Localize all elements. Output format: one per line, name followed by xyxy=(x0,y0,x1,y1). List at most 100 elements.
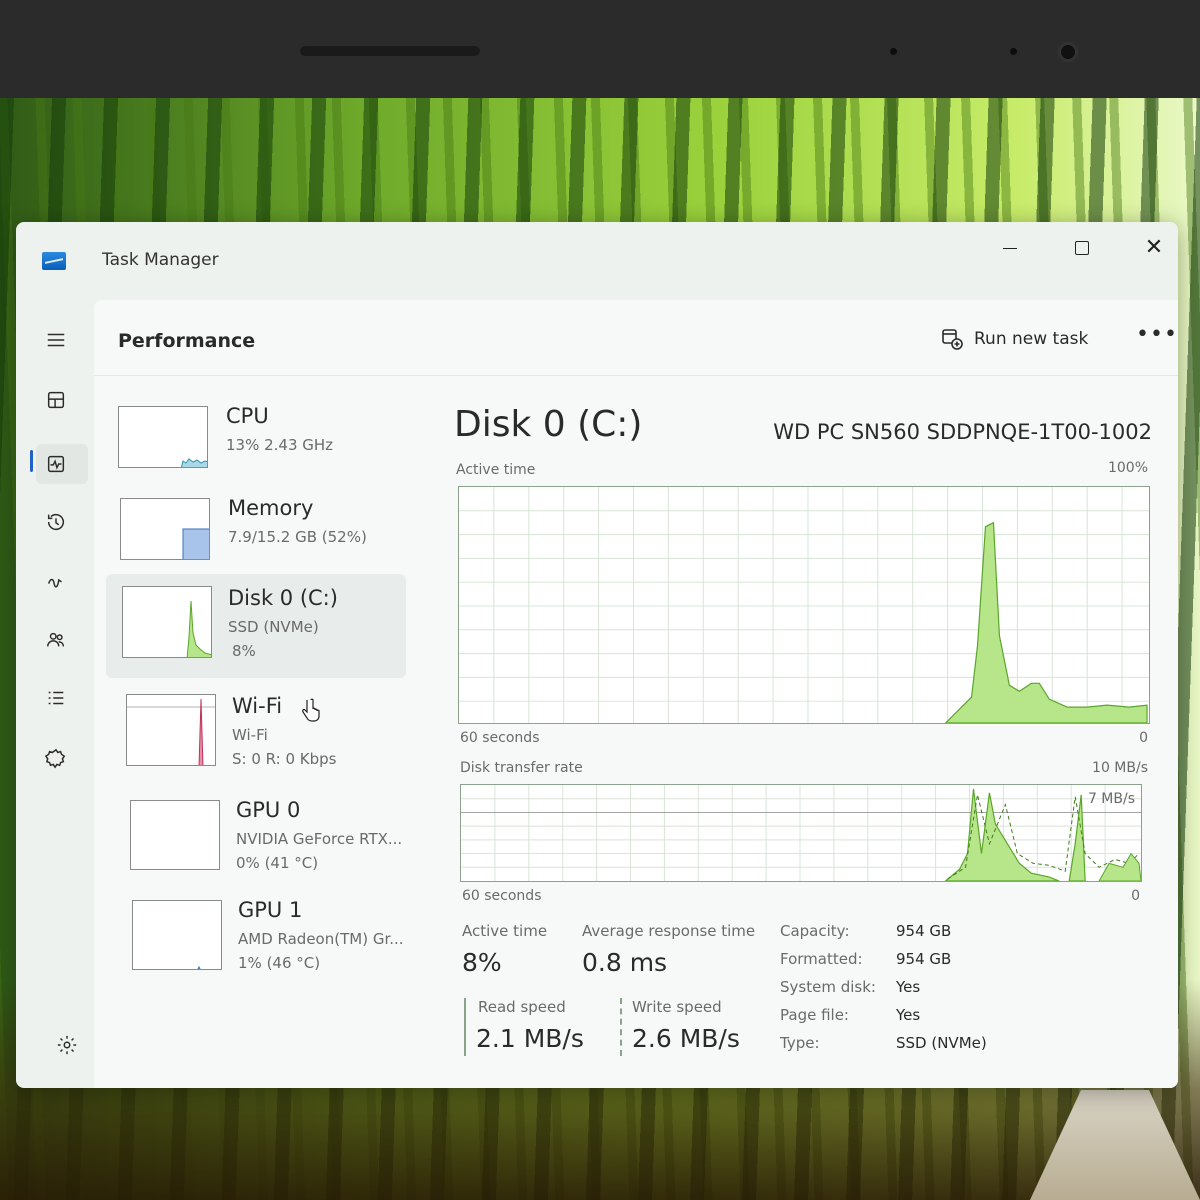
disk-thumbnail-graph xyxy=(122,586,212,658)
minimize-button[interactable] xyxy=(990,232,1030,264)
nav-performance[interactable] xyxy=(40,448,72,480)
read-speed-value: 2.1 MB/s xyxy=(476,1024,584,1053)
transfer-rate-grid xyxy=(461,785,1141,881)
read-speed-marker xyxy=(464,998,466,1056)
device-name: GPU 0 xyxy=(236,798,301,822)
gpu0-thumbnail-graph xyxy=(130,800,220,870)
task-manager-app-icon xyxy=(42,252,66,270)
minimize-icon xyxy=(1003,247,1017,249)
type-value: SSD (NVMe) xyxy=(896,1034,987,1052)
close-icon: ✕ xyxy=(1144,235,1164,260)
active-time-grid xyxy=(459,487,1149,723)
transfer-rate-graph-max: 10 MB/s xyxy=(1092,760,1148,776)
device-wifi[interactable]: Wi-Fi Wi-Fi S: 0 R: 0 Kbps xyxy=(106,686,406,782)
device-usage: 1% (46 °C) xyxy=(238,954,321,972)
device-cpu[interactable]: CPU 13% 2.43 GHz xyxy=(106,396,406,492)
bezel-notch xyxy=(770,14,1200,54)
maximize-icon xyxy=(1075,241,1089,255)
page-file-value: Yes xyxy=(896,1006,921,1024)
more-options-button[interactable]: ••• xyxy=(1136,322,1178,347)
device-throughput: S: 0 R: 0 Kbps xyxy=(232,750,337,768)
run-new-task-icon xyxy=(942,329,963,350)
device-detail: Wi-Fi xyxy=(232,726,268,744)
page-title: Performance xyxy=(118,330,256,352)
performance-content: Performance Run new task ••• CPU 13% 2.4… xyxy=(94,300,1178,1088)
cpu-thumbnail-graph xyxy=(118,406,208,468)
transfer-rate-mid-label: 7 MB/s xyxy=(1087,791,1135,807)
device-name: GPU 1 xyxy=(238,898,303,922)
nav-services[interactable] xyxy=(40,742,72,774)
services-icon xyxy=(45,748,66,769)
device-usage: 0% (41 °C) xyxy=(236,854,319,872)
run-new-task-button[interactable]: Run new task xyxy=(940,324,1088,354)
nav-startup-apps[interactable] xyxy=(40,564,72,596)
sensor-icon xyxy=(1010,48,1017,55)
transfer-rate-graph-label: Disk transfer rate xyxy=(460,760,583,776)
capacity-label: Capacity: xyxy=(780,922,850,940)
rail-active-indicator xyxy=(30,450,33,472)
active-time-value: 8% xyxy=(462,948,502,977)
transfer-rate-graph-min: 0 xyxy=(1131,888,1140,904)
write-speed-marker xyxy=(620,998,622,1056)
device-name: Memory xyxy=(228,496,314,520)
details-icon xyxy=(48,691,64,705)
hamburger-menu-button[interactable] xyxy=(40,324,72,356)
performance-header: Performance Run new task ••• xyxy=(94,300,1178,376)
run-new-task-label: Run new task xyxy=(974,329,1089,349)
hamburger-menu-icon xyxy=(47,333,65,347)
window-title: Task Manager xyxy=(102,250,219,270)
active-time-graph-xlabel: 60 seconds xyxy=(460,730,540,746)
active-time-graph xyxy=(458,486,1150,724)
bezel-slot xyxy=(300,46,480,56)
maximize-button[interactable] xyxy=(1062,232,1102,264)
nav-details[interactable] xyxy=(40,682,72,714)
device-detail: 13% 2.43 GHz xyxy=(226,436,334,454)
disk-mini-chart xyxy=(186,600,211,657)
device-gpu-0[interactable]: GPU 0 NVIDIA GeForce RTX... 0% (41 °C) xyxy=(106,790,406,886)
device-name: Wi-Fi xyxy=(232,694,283,718)
formatted-label: Formatted: xyxy=(780,950,863,968)
read-speed-label: Read speed xyxy=(478,998,566,1016)
formatted-value: 954 GB xyxy=(896,950,952,968)
device-disk-0[interactable]: Disk 0 (C:) SSD (NVMe) 8% xyxy=(106,574,406,678)
wifi-thumbnail-graph xyxy=(126,694,216,766)
wifi-mini-chart xyxy=(127,698,215,765)
nav-processes[interactable] xyxy=(40,384,72,416)
processes-icon xyxy=(47,391,65,409)
webcam-icon xyxy=(1058,42,1078,62)
task-manager-window: Task Manager ✕ Performance Run new task xyxy=(16,222,1178,1088)
cpu-mini-chart xyxy=(180,458,207,467)
memory-mini-chart xyxy=(182,528,209,559)
gpu1-thumbnail-graph xyxy=(132,900,222,970)
device-detail: 7.9/15.2 GB (52%) xyxy=(228,528,367,546)
memory-thumbnail-graph xyxy=(120,498,210,560)
device-detail: AMD Radeon(TM) Gr... xyxy=(238,930,404,948)
nav-users[interactable] xyxy=(40,624,72,656)
system-disk-label: System disk: xyxy=(780,978,876,996)
hand-cursor-icon xyxy=(302,698,320,722)
write-speed-value: 2.6 MB/s xyxy=(632,1024,740,1053)
gpu1-mini-chart xyxy=(197,965,201,969)
device-memory[interactable]: Memory 7.9/15.2 GB (52%) xyxy=(106,488,406,584)
type-label: Type: xyxy=(780,1034,820,1052)
transfer-rate-chart xyxy=(461,785,1141,881)
nav-app-history[interactable] xyxy=(40,506,72,538)
active-time-series xyxy=(944,521,1148,723)
avg-response-value: 0.8 ms xyxy=(582,948,668,977)
active-time-graph-label: Active time xyxy=(456,462,536,478)
page-file-label: Page file: xyxy=(780,1006,849,1024)
sensor-icon xyxy=(890,48,897,55)
device-gpu-1[interactable]: GPU 1 AMD Radeon(TM) Gr... 1% (46 °C) xyxy=(106,890,406,986)
device-name: CPU xyxy=(226,404,269,428)
transfer-rate-graph: 7 MB/s xyxy=(460,784,1142,882)
avg-response-label: Average response time xyxy=(582,922,756,940)
close-button[interactable]: ✕ xyxy=(1134,232,1174,264)
active-time-graph-min: 0 xyxy=(1139,730,1148,746)
performance-icon xyxy=(47,455,65,473)
disk-title: Disk 0 (C:) xyxy=(454,404,643,445)
device-detail: SSD (NVMe) xyxy=(228,618,319,636)
disk-model: WD PC SN560 SDDPNQE-1T00-1002 xyxy=(773,420,1152,444)
settings-button[interactable] xyxy=(56,1034,82,1060)
transfer-rate-graph-xlabel: 60 seconds xyxy=(462,888,542,904)
active-time-chart xyxy=(459,487,1149,723)
